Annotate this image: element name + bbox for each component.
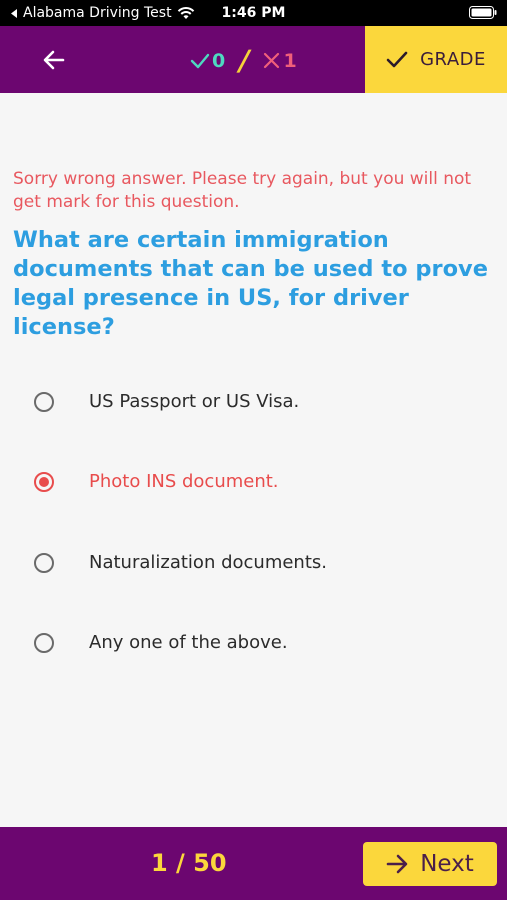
radio-button[interactable] — [34, 553, 54, 573]
correct-count: 0 — [212, 49, 226, 72]
feedback-message: Sorry wrong answer. Please try again, bu… — [13, 169, 472, 212]
arrow-right-icon — [386, 854, 408, 874]
answer-option[interactable]: Any one of the above. — [0, 613, 507, 673]
next-button[interactable]: Next — [363, 842, 497, 886]
back-button[interactable] — [36, 43, 72, 77]
radio-button[interactable] — [34, 392, 54, 412]
check-icon — [386, 51, 408, 68]
answer-option-label: Naturalization documents. — [89, 552, 327, 573]
top-app-bar: 0 / 1 GRADE — [0, 26, 507, 93]
cross-icon — [264, 52, 280, 69]
score-counter: 0 / 1 — [190, 44, 297, 77]
correct-count-group: 0 — [190, 50, 225, 72]
check-icon — [190, 53, 210, 68]
answer-option-label: Photo INS document. — [89, 471, 279, 492]
radio-button[interactable] — [34, 633, 54, 653]
answer-option[interactable]: US Passport or US Visa. — [0, 372, 507, 432]
status-time: 1:46 PM — [221, 5, 286, 21]
status-bar: Alabama Driving Test 1:46 PM — [0, 0, 507, 26]
question-text: What are certain immigration documents t… — [13, 227, 488, 340]
answer-option-label: Any one of the above. — [89, 632, 288, 653]
grade-button[interactable]: GRADE — [365, 26, 507, 93]
arrow-left-icon — [43, 50, 65, 70]
battery-icon — [469, 6, 497, 23]
radio-button-selected[interactable] — [34, 472, 54, 492]
score-divider: / — [235, 44, 253, 77]
bottom-bar: 1 / 50 Next — [0, 827, 507, 900]
answer-option-label: US Passport or US Visa. — [89, 391, 300, 412]
answer-option-selected[interactable]: Photo INS document. — [0, 452, 507, 512]
answer-option[interactable]: Naturalization documents. — [0, 533, 507, 593]
wrong-count: 1 — [283, 49, 297, 72]
wrong-count-group: 1 — [263, 49, 297, 72]
grade-label: GRADE — [420, 49, 486, 70]
next-label: Next — [420, 851, 474, 877]
question-progress: 1 / 50 — [151, 849, 227, 877]
